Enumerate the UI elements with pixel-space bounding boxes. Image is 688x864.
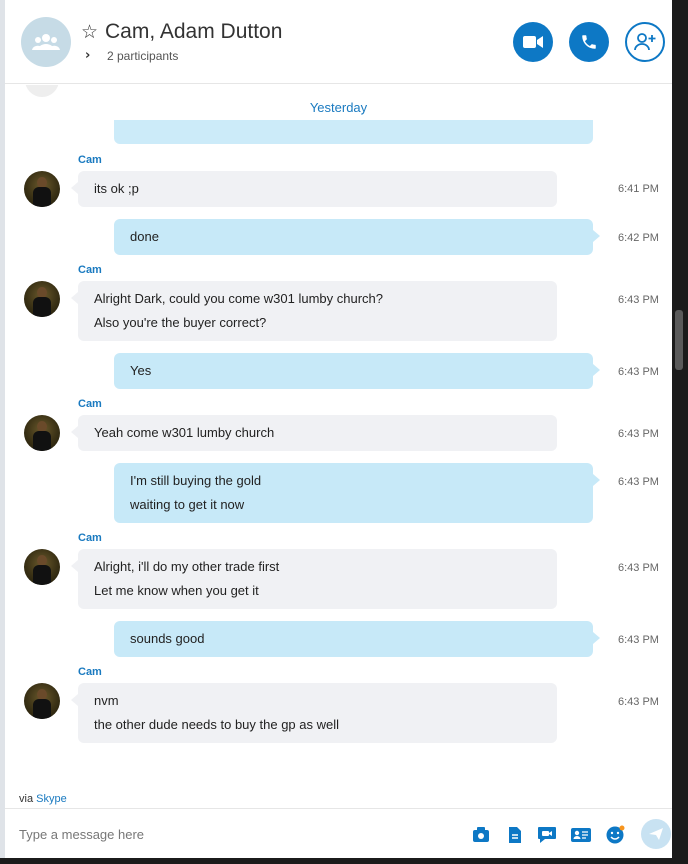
emoticon-button[interactable] [605,825,625,845]
add-participant-button[interactable] [625,22,665,62]
sender-avatar[interactable] [24,281,60,317]
message-sender: Cam [78,666,102,678]
message-text: done [130,229,159,244]
message-timestamp: 6:42 PM [618,232,659,244]
message-composer [5,808,672,858]
message-timestamp: 6:43 PM [618,562,659,574]
message-list[interactable]: Yesterday Cam its ok ;p 6:41 PM done 6:4… [5,85,672,785]
window-scrollbar[interactable] [672,0,688,864]
skype-chat-window: ☆ Cam, Adam Dutton › 2 participants Yest… [5,0,672,858]
message-bubble-incoming[interactable]: nvm the other dude needs to buy the gp a… [71,683,557,743]
message-timestamp: 6:41 PM [618,183,659,195]
sender-avatar[interactable] [24,549,60,585]
message-text: the other dude needs to buy the gp as we… [94,717,340,732]
message-text: Yes [130,363,152,378]
message-text: Alright Dark, could you come w301 lumby … [94,291,384,306]
via-prefix: via [19,793,34,805]
send-contact-button[interactable] [571,825,591,845]
chevron-right-icon[interactable]: › [85,48,90,63]
message-text: Also you're the buyer correct? [94,315,267,330]
message-bubble-incoming[interactable]: Alright, i'll do my other trade first Le… [71,549,557,609]
add-person-icon [634,33,656,51]
chat-header: ☆ Cam, Adam Dutton › 2 participants [5,0,672,84]
video-camera-icon [523,36,543,48]
avatar [25,85,59,97]
phone-icon [582,35,596,49]
message-bubble-partial [114,120,593,144]
message-text: nvm [94,693,119,708]
video-message-button[interactable] [537,825,557,845]
participants-count[interactable]: 2 participants [107,49,178,63]
smiley-icon [606,825,625,844]
message-text: Alright, i'll do my other trade first [94,559,280,574]
message-timestamp: 6:43 PM [618,428,659,440]
background-taskbar-edge [0,858,688,864]
message-timestamp: 6:43 PM [618,634,659,646]
message-text: Let me know when you get it [94,583,259,598]
message-bubble-outgoing[interactable]: done [114,219,600,255]
message-text: Yeah come w301 lumby church [94,425,275,440]
skype-link[interactable]: Skype [36,793,67,805]
message-bubble-outgoing[interactable]: I'm still buying the gold waiting to get… [114,463,600,523]
message-sender: Cam [78,154,102,166]
message-bubble-incoming[interactable]: Alright Dark, could you come w301 lumby … [71,281,557,341]
image-icon [473,827,489,842]
send-arrow-icon [649,828,663,840]
send-file-button[interactable] [505,825,525,845]
message-text: sounds good [130,631,205,646]
conversation-title[interactable]: Cam, Adam Dutton [105,20,282,44]
message-text: waiting to get it now [130,497,245,512]
video-call-button[interactable] [513,22,553,62]
message-timestamp: 6:43 PM [618,696,659,708]
contact-card-icon [571,828,591,842]
sender-avatar[interactable] [24,415,60,451]
message-sender: Cam [78,264,102,276]
message-input[interactable] [19,823,449,845]
sender-avatar[interactable] [24,683,60,719]
via-skype-notice: via Skype [19,793,67,805]
message-timestamp: 6:43 PM [618,366,659,378]
message-text: its ok ;p [94,181,139,196]
send-message-button[interactable] [641,819,671,849]
audio-call-button[interactable] [569,22,609,62]
message-bubble-outgoing[interactable]: sounds good [114,621,600,657]
message-bubble-incoming[interactable]: its ok ;p [71,171,557,207]
message-sender: Cam [78,532,102,544]
message-text: I'm still buying the gold [130,473,262,488]
favorite-star-icon[interactable]: ☆ [81,22,98,42]
scrollbar-thumb[interactable] [675,310,683,370]
date-separator: Yesterday [309,100,368,115]
message-timestamp: 6:43 PM [618,476,659,488]
chat-bubble-icon [538,827,556,843]
message-timestamp: 6:43 PM [618,294,659,306]
message-bubble-outgoing[interactable]: Yes [114,353,600,389]
group-avatar-icon[interactable] [21,17,71,67]
sender-avatar[interactable] [24,171,60,207]
file-icon [509,827,521,843]
message-bubble-incoming[interactable]: Yeah come w301 lumby church [71,415,557,451]
message-sender: Cam [78,398,102,410]
send-media-button[interactable] [471,825,491,845]
